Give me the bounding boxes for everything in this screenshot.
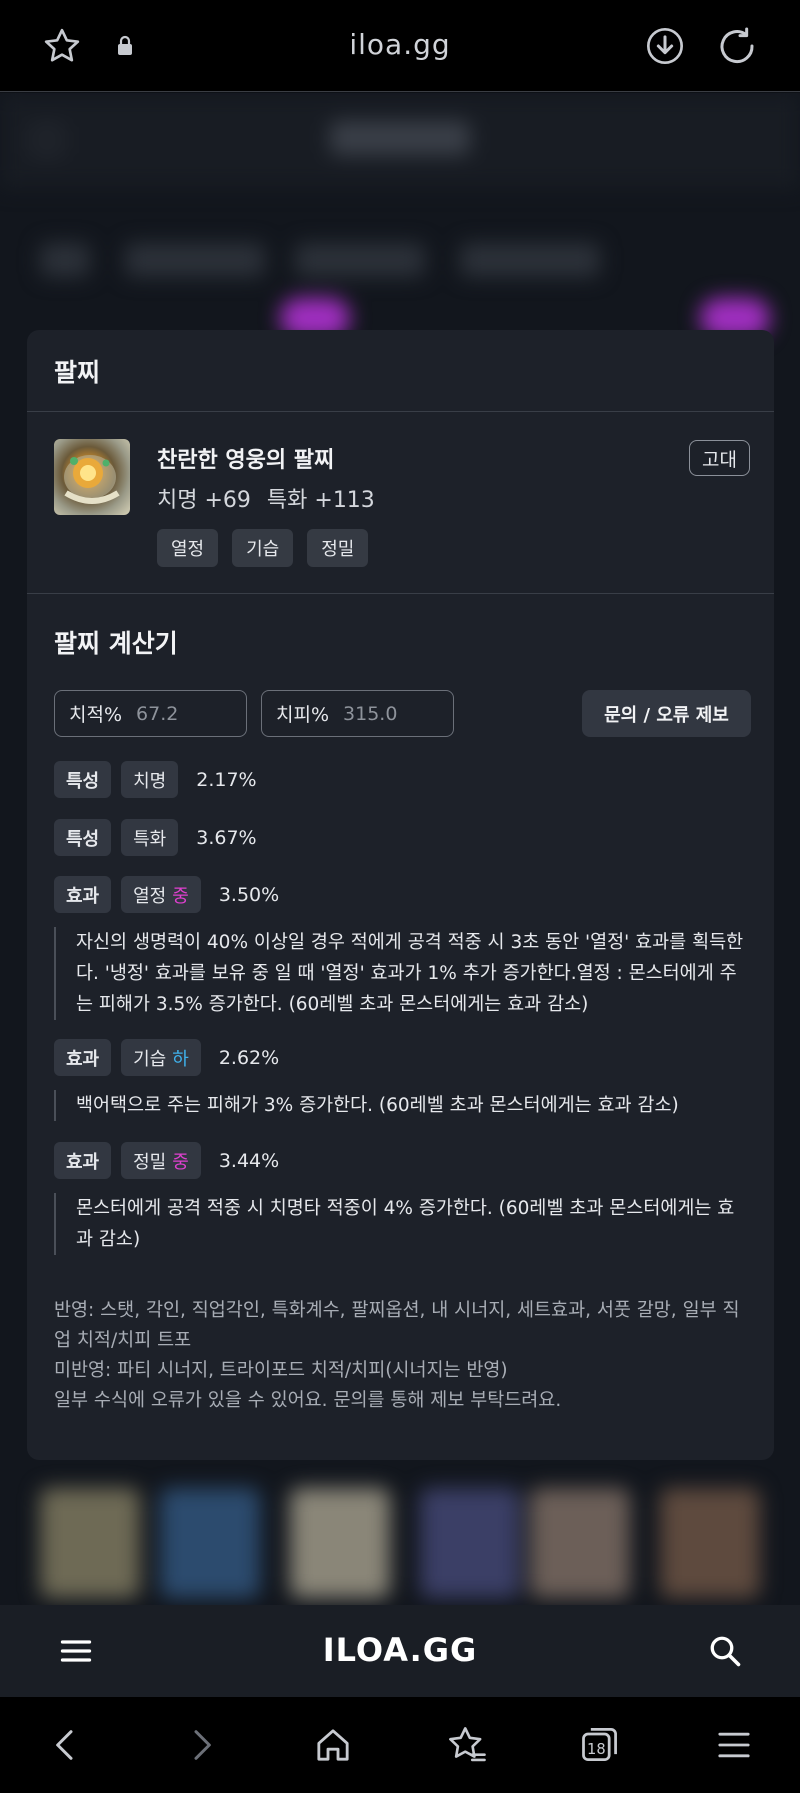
row-name-chip: 치명 xyxy=(121,761,179,798)
bookmarks-icon[interactable] xyxy=(443,1721,491,1769)
crit-rate-input[interactable]: 치적% 67.2 xyxy=(54,690,247,737)
tab-count: 18 xyxy=(587,1741,606,1758)
result-row: 특성 특화 3.67% xyxy=(54,819,257,856)
row-name-chip: 기습 하 xyxy=(121,1039,201,1076)
reflected-note: 반영: 스탯, 각인, 직업각인, 특화계수, 팔찌옵션, 내 시너지, 세트효… xyxy=(54,1300,740,1351)
row-type-chip: 특성 xyxy=(54,761,112,798)
row-type-chip: 특성 xyxy=(54,819,112,856)
bracelet-image xyxy=(54,439,130,515)
download-icon[interactable] xyxy=(643,24,687,68)
stat-specialization: 특화 +113 xyxy=(266,488,375,513)
forward-icon[interactable] xyxy=(177,1721,225,1769)
tag-passion: 열정 xyxy=(157,529,219,567)
back-icon[interactable] xyxy=(42,1721,90,1769)
browser-menu-icon[interactable] xyxy=(710,1721,758,1769)
crit-damage-label: 치피% xyxy=(276,704,330,726)
result-row: 효과 정밀 중 3.44% xyxy=(54,1142,279,1179)
bracelet-item: 찬란한 영웅의 팔찌 치명 +69 특화 +113 고대 열정 기습 정밀 xyxy=(27,412,774,594)
row-percent: 2.17% xyxy=(196,768,257,791)
row-effect-level: 중 xyxy=(172,885,189,907)
site-bottom-nav: ILOA.GG xyxy=(0,1605,800,1697)
row-effect-name: 열정 xyxy=(133,885,167,907)
bracelet-name: 찬란한 영웅의 팔찌 xyxy=(157,448,335,473)
browser-bottom-bar: 18 xyxy=(0,1697,800,1793)
report-error-button[interactable]: 문의 / 오류 제보 xyxy=(582,690,751,737)
effect-description: 자신의 생명력이 40% 이상일 경우 적에게 공격 적중 시 3초 동안 '열… xyxy=(54,927,744,1020)
not-reflected-note: 미반영: 파티 시너지, 트라이포드 치적/치피(시너지는 반영) xyxy=(54,1360,508,1381)
crit-damage-value: 315.0 xyxy=(343,702,398,725)
row-type-chip: 효과 xyxy=(54,1142,112,1179)
crit-rate-value: 67.2 xyxy=(136,702,179,725)
modal-header: 팔찌 xyxy=(27,330,774,412)
search-icon[interactable] xyxy=(707,1633,743,1673)
crit-damage-input[interactable]: 치피% 315.0 xyxy=(261,690,454,737)
row-percent: 2.62% xyxy=(218,1046,280,1069)
home-icon[interactable] xyxy=(309,1721,357,1769)
row-effect-level: 하 xyxy=(172,1048,189,1070)
row-effect-name: 기습 xyxy=(133,1048,167,1070)
crit-rate-label: 치적% xyxy=(69,704,123,726)
row-percent: 3.50% xyxy=(218,883,280,906)
grade-badge: 고대 xyxy=(689,440,750,476)
row-effect-name: 정밀 xyxy=(133,1151,167,1173)
calculator-title: 팔찌 계산기 xyxy=(54,629,178,658)
row-type-chip: 효과 xyxy=(54,876,112,913)
row-type-chip: 효과 xyxy=(54,1039,112,1076)
site-logo[interactable]: ILOA.GG xyxy=(0,1631,800,1669)
row-percent: 3.44% xyxy=(218,1149,280,1172)
disclaimer-note: 일부 수식에 오류가 있을 수 있어요. 문의를 통해 제보 부탁드려요. xyxy=(54,1390,562,1411)
row-name-chip: 열정 중 xyxy=(121,876,201,913)
browser-top-bar: iloa.gg xyxy=(0,0,800,92)
row-effect-level: 중 xyxy=(172,1151,189,1173)
tabs-icon[interactable]: 18 xyxy=(576,1721,624,1769)
modal-title: 팔찌 xyxy=(54,357,101,387)
effect-description: 몬스터에게 공격 적중 시 치명타 적중이 4% 증가한다. (60레벨 초과 … xyxy=(54,1193,744,1255)
tag-precision: 정밀 xyxy=(307,529,369,567)
bracelet-modal: 팔찌 찬란한 영웅의 팔찌 치명 +69 특화 +113 고대 열정 기습 정밀 … xyxy=(27,330,774,1460)
tag-ambush: 기습 xyxy=(232,529,294,567)
row-percent: 3.67% xyxy=(196,826,257,849)
stat-crit: 치명 +69 xyxy=(157,488,251,513)
result-row: 효과 기습 하 2.62% xyxy=(54,1039,279,1076)
row-name-chip: 특화 xyxy=(121,819,179,856)
row-name-chip: 정밀 중 xyxy=(121,1142,201,1179)
effect-tags: 열정 기습 정밀 xyxy=(157,529,369,567)
bracelet-stats: 치명 +69 특화 +113 xyxy=(157,482,375,514)
effect-description: 백어택으로 주는 피해가 3% 증가한다. (60레벨 초과 몬스터에게는 효과… xyxy=(54,1090,744,1121)
result-row: 효과 열정 중 3.50% xyxy=(54,876,279,913)
reload-icon[interactable] xyxy=(715,24,759,68)
result-row: 특성 치명 2.17% xyxy=(54,761,257,798)
